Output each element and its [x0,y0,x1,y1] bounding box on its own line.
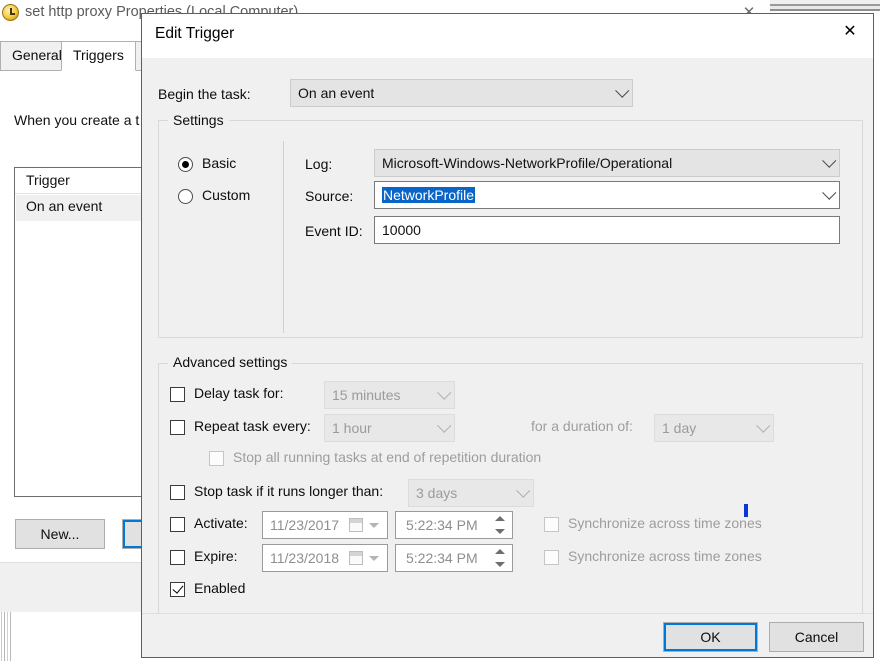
activate-time-value: 5:22:34 PM [396,517,478,533]
log-value: Microsoft-Windows-NetworkProfile/Operati… [375,155,672,171]
expire-date-value: 11/23/2018 [263,550,339,566]
radio-custom-label: Custom [202,187,250,203]
source-value-wrap: NetworkProfile [375,187,475,203]
delay-task-label: Delay task for: [194,385,283,401]
dialog-body: Begin the task: On an event Settings Bas… [142,58,873,613]
radio-custom[interactable] [178,189,193,204]
settings-group-title: Settings [168,112,229,128]
arrow-down-icon[interactable] [495,529,505,534]
chevron-down-icon [437,386,451,400]
chevron-down-icon [615,84,629,98]
dialog-title: Edit Trigger [155,25,234,43]
stop-task-longer-checkbox[interactable] [170,485,185,500]
panel-description: When you create a t [14,112,139,128]
clock-icon [2,4,19,21]
arrow-up-icon[interactable] [495,516,505,521]
repeat-task-checkbox[interactable] [170,420,185,435]
duration-label: for a duration of: [531,418,633,434]
repeat-interval-value: 1 hour [325,420,372,436]
delay-duration-dropdown[interactable]: 15 minutes [324,381,455,409]
activate-time-stepper[interactable] [489,513,511,537]
enabled-checkbox[interactable] [170,582,185,597]
delay-duration-value: 15 minutes [325,387,400,403]
stop-task-duration-dropdown[interactable]: 3 days [408,479,534,507]
arrow-up-icon[interactable] [495,549,505,554]
repeat-task-label: Repeat task every: [194,418,311,434]
begin-task-label: Begin the task: [158,86,251,102]
column-header-trigger: Trigger [26,172,70,188]
enabled-label: Enabled [194,580,245,596]
expire-label: Expire: [194,548,238,564]
repeat-duration-value: 1 day [655,420,696,436]
dialog-footer: OK Cancel [142,613,873,657]
chevron-down-icon [756,419,770,433]
dialog-title-bar: Edit Trigger ✕ [142,14,873,58]
log-label: Log: [305,156,332,172]
settings-divider [283,141,284,333]
arrow-down-icon[interactable] [495,562,505,567]
event-id-value: 10000 [375,222,421,238]
expire-checkbox[interactable] [170,550,185,565]
activate-sync-timezones-checkbox[interactable] [544,517,559,532]
activate-date-input[interactable]: 11/23/2017 [262,511,388,539]
stop-all-running-tasks-label: Stop all running tasks at end of repetit… [233,449,541,465]
new-trigger-button[interactable]: New... [15,519,105,549]
calendar-icon[interactable] [349,518,363,532]
begin-task-value: On an event [291,85,374,101]
close-icon[interactable]: ✕ [827,14,873,47]
source-label: Source: [305,188,353,204]
repeat-interval-dropdown[interactable]: 1 hour [324,414,455,442]
cancel-button[interactable]: Cancel [769,622,864,652]
expire-time-stepper[interactable] [489,546,511,570]
activate-date-value: 11/23/2017 [263,517,339,533]
chevron-down-icon [822,186,836,200]
expire-time-value: 5:22:34 PM [396,550,478,566]
repeat-duration-dropdown[interactable]: 1 day [654,414,774,442]
delay-task-checkbox[interactable] [170,387,185,402]
source-dropdown[interactable]: NetworkProfile [374,181,840,209]
advanced-settings-title: Advanced settings [168,354,292,370]
tab-triggers[interactable]: Triggers [61,41,136,71]
activate-sync-timezones-label: Synchronize across time zones [568,515,762,531]
stop-all-running-tasks-checkbox[interactable] [209,451,224,466]
source-value: NetworkProfile [382,187,475,203]
trigger-row-label: On an event [26,198,102,214]
chevron-down-icon [822,154,836,168]
radio-basic-label: Basic [202,155,236,171]
calendar-icon[interactable] [349,551,363,565]
chevron-down-icon[interactable] [369,523,379,528]
ok-button[interactable]: OK [663,622,758,652]
chevron-down-icon[interactable] [369,556,379,561]
event-id-input[interactable]: 10000 [374,216,840,244]
activate-label: Activate: [194,515,248,531]
stop-task-duration-value: 3 days [409,485,457,501]
expire-sync-timezones-checkbox[interactable] [544,550,559,565]
begin-task-dropdown[interactable]: On an event [290,79,633,107]
expire-date-input[interactable]: 11/23/2018 [262,544,388,572]
expire-time-input[interactable]: 5:22:34 PM [395,544,513,572]
activate-checkbox[interactable] [170,517,185,532]
edit-trigger-dialog: Edit Trigger ✕ Begin the task: On an eve… [141,13,874,658]
stop-task-longer-label: Stop task if it runs longer than: [194,483,383,499]
chevron-down-icon [437,419,451,433]
log-dropdown[interactable]: Microsoft-Windows-NetworkProfile/Operati… [374,149,840,177]
chevron-down-icon [516,484,530,498]
event-id-label: Event ID: [305,223,363,239]
radio-basic[interactable] [178,157,193,172]
expire-sync-timezones-label: Synchronize across time zones [568,548,762,564]
activate-time-input[interactable]: 5:22:34 PM [395,511,513,539]
